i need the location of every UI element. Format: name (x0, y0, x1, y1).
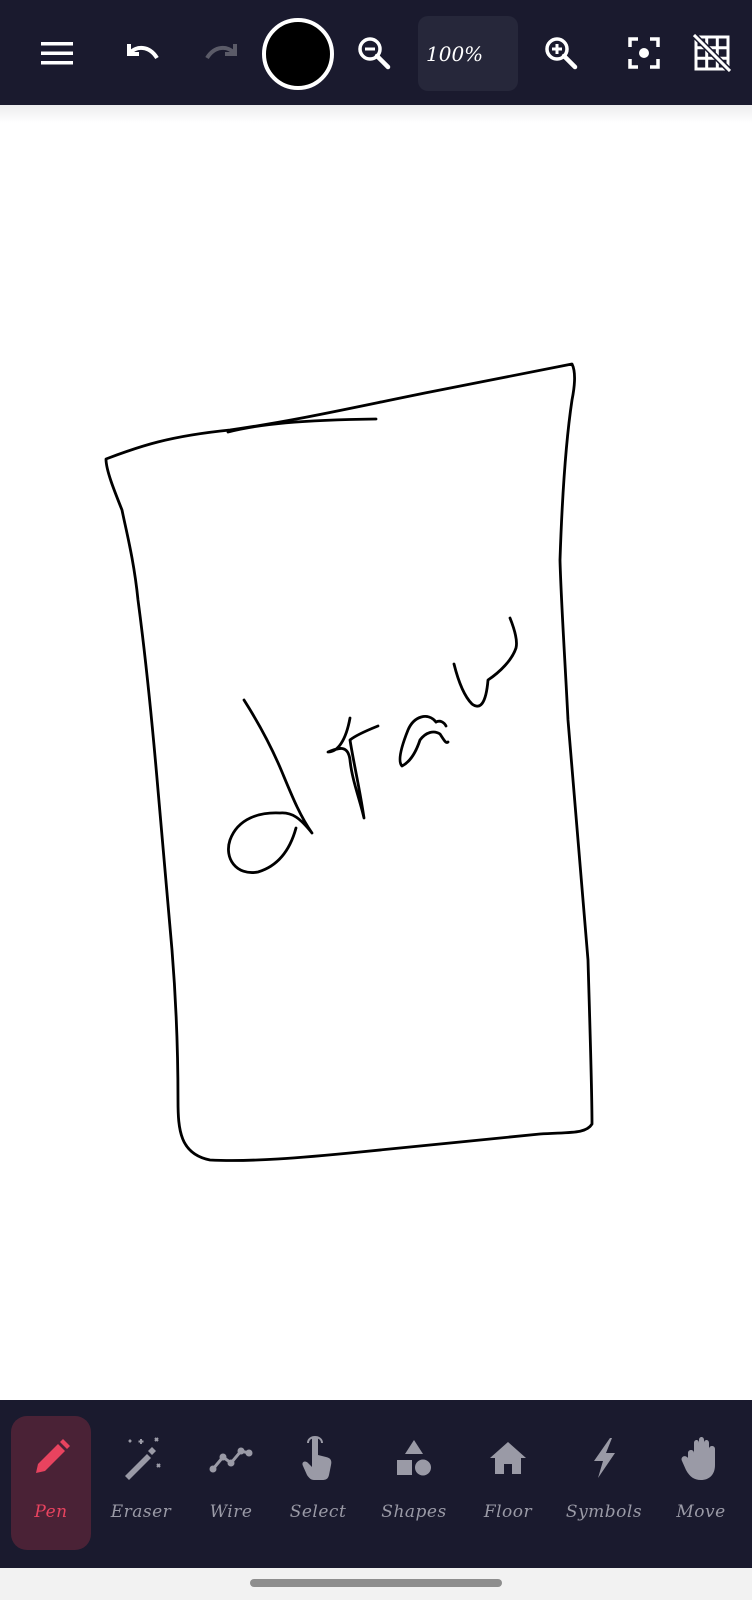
tool-label: Pen (34, 1502, 68, 1522)
stroke-letter-w (452, 616, 518, 708)
hand-icon (681, 1437, 715, 1480)
pencil-icon (36, 1439, 70, 1473)
system-navigation-bar (0, 1568, 752, 1600)
tool-floor[interactable]: Floor (468, 1416, 548, 1550)
tool-label: Symbols (565, 1502, 643, 1522)
bottom-toolbar: Pen Eraser Wire Select Shapes Floor Symb… (0, 1400, 752, 1568)
tool-move[interactable]: Move (661, 1416, 741, 1550)
tool-select[interactable]: Select (278, 1416, 358, 1550)
tool-label: Move (676, 1502, 726, 1522)
tool-wire[interactable]: Wire (191, 1416, 271, 1550)
stroke-letter-r (326, 716, 380, 820)
stroke-letter-d (227, 698, 314, 874)
tool-label: Eraser (110, 1502, 172, 1522)
polyline-icon (209, 1447, 253, 1473)
tool-pen[interactable]: Pen (11, 1416, 91, 1550)
shapes-icon (397, 1440, 431, 1476)
stroke-letter-a (398, 715, 450, 768)
magic-wand-icon (125, 1437, 161, 1480)
drawing-strokes (104, 362, 594, 1162)
tool-label: Shapes (381, 1502, 447, 1522)
tool-symbols[interactable]: Symbols (564, 1416, 644, 1550)
tool-eraser[interactable]: Eraser (101, 1416, 181, 1550)
house-icon (490, 1442, 526, 1474)
tool-shapes[interactable]: Shapes (374, 1416, 454, 1550)
drawing-canvas[interactable] (0, 123, 752, 1400)
home-gesture-handle[interactable] (250, 1579, 502, 1587)
tool-label: Floor (483, 1502, 533, 1522)
tool-label: Select (289, 1502, 347, 1522)
lightning-icon (594, 1438, 615, 1478)
tool-label: Wire (209, 1502, 253, 1522)
pointer-hand-icon (302, 1436, 332, 1480)
